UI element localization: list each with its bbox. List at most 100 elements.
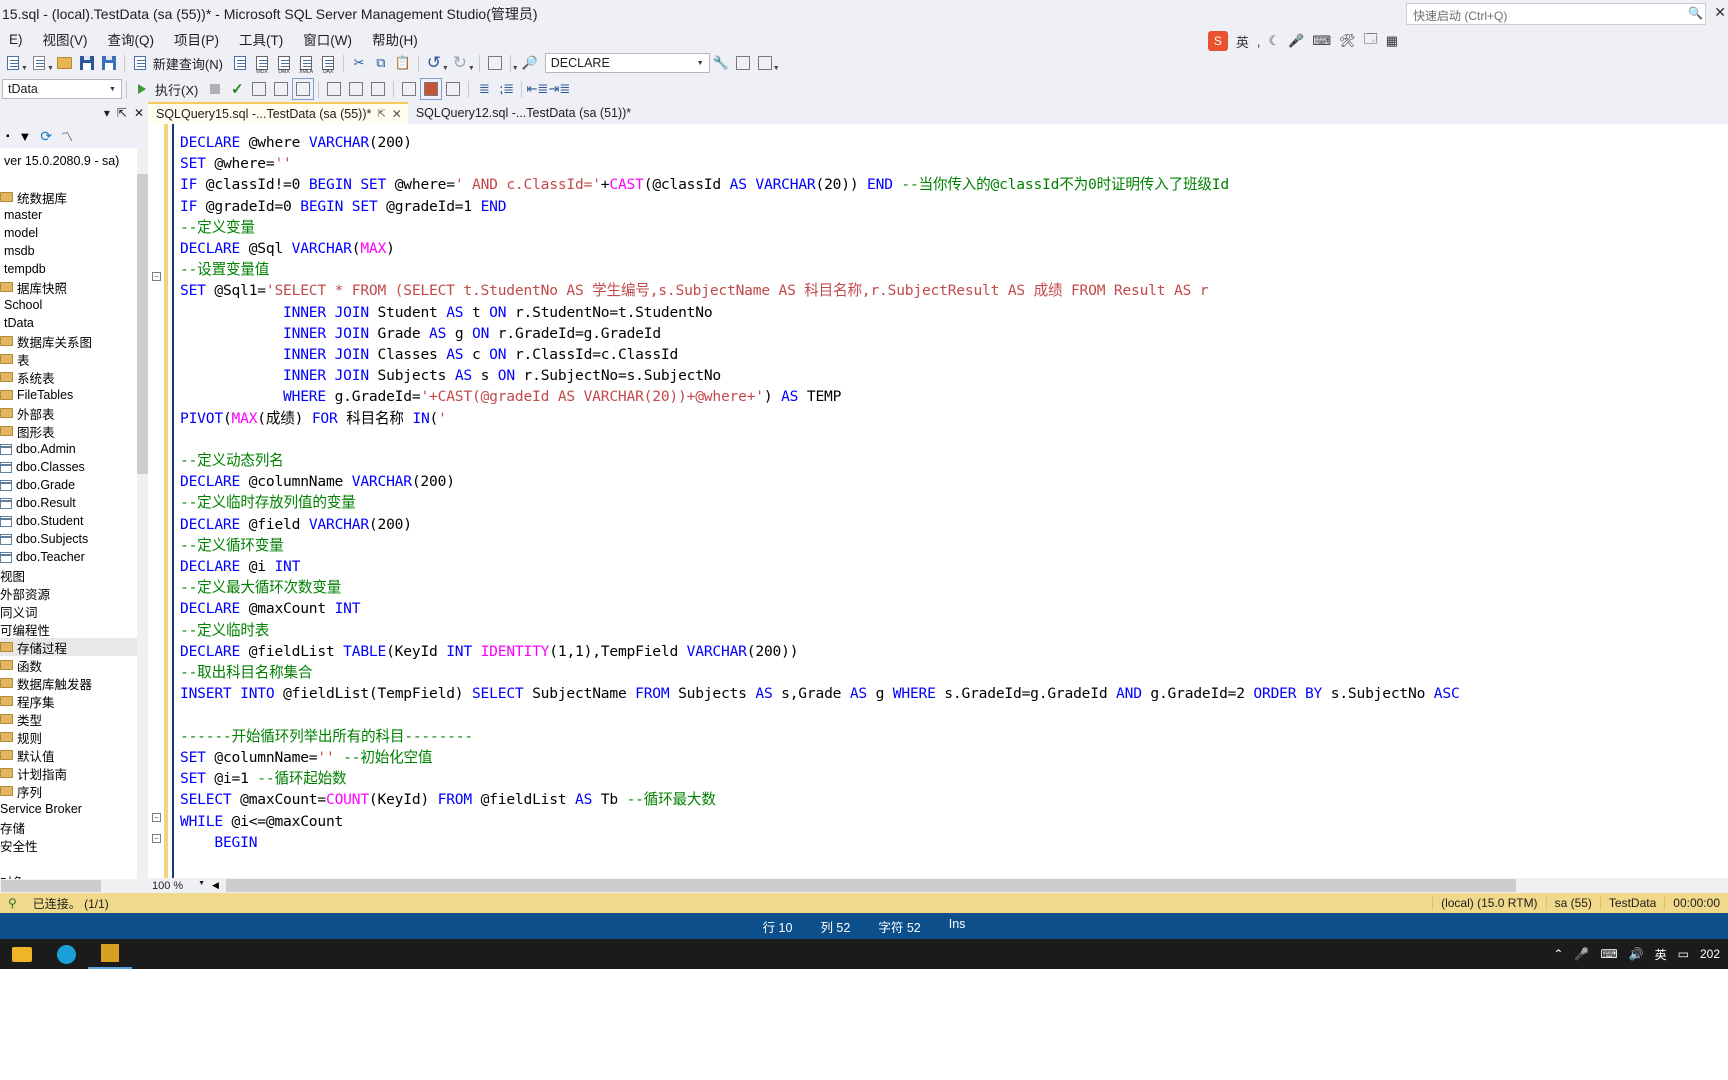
object-explorer-scrollbar[interactable]	[137, 148, 148, 879]
decrease-indent-icon[interactable]: ⇤≣	[526, 78, 548, 100]
chevron-down-icon[interactable]: ▼	[104, 80, 121, 98]
tree-node[interactable]: 数据库关系图	[0, 332, 148, 350]
menu-item-query[interactable]: 查询(Q)	[99, 27, 166, 51]
ime-tools-icon[interactable]: 🛠	[1339, 33, 1356, 49]
search-icon[interactable]: 🔍	[1688, 6, 1703, 20]
tree-node[interactable]: dbo.Admin	[0, 440, 148, 458]
clock[interactable]: 202	[1700, 947, 1720, 961]
close-icon[interactable]: ✕	[1714, 4, 1726, 21]
grid-icon[interactable]	[754, 52, 776, 74]
ime-language[interactable]: 英	[1236, 32, 1249, 51]
tree-node[interactable]: 函数	[0, 656, 148, 674]
query-options-icon[interactable]	[270, 78, 292, 100]
tab-sqlquery15[interactable]: SQLQuery15.sql -...TestData (sa (55))* ⇱…	[148, 102, 408, 124]
live-query-stats-icon[interactable]	[323, 78, 345, 100]
tree-node[interactable]: dbo.Subjects	[0, 530, 148, 548]
tree-node[interactable]: Service Broker	[0, 800, 148, 818]
tree-node[interactable]: 统数据库	[0, 188, 148, 206]
chevron-down-icon[interactable]: ▼	[198, 880, 205, 887]
tree-node[interactable]: 存储	[0, 818, 148, 836]
declare-combo[interactable]: DECLARE ▼	[544, 53, 710, 73]
close-icon[interactable]: ✕	[392, 107, 402, 121]
tree-node[interactable]	[0, 170, 148, 188]
scrollbar-thumb[interactable]	[226, 879, 1516, 892]
copy-icon[interactable]: ⧉	[370, 52, 392, 74]
display-estimated-plan-icon[interactable]	[248, 78, 270, 100]
ime-box-icon[interactable]: 🗔	[1364, 30, 1378, 52]
new-project-button[interactable]	[28, 52, 50, 74]
tree-node[interactable]: msdb	[0, 242, 148, 260]
scrollbar-thumb[interactable]	[1, 880, 101, 892]
tree-node[interactable]: 类型	[0, 710, 148, 728]
new-mdx-query-button[interactable]: MDX	[251, 52, 273, 75]
volume-icon[interactable]: 🔊	[1629, 947, 1644, 961]
new-item-button[interactable]	[2, 52, 24, 74]
tree-node[interactable]: 数据库触发器	[0, 674, 148, 692]
scroll-left-icon[interactable]: ◀	[208, 880, 223, 891]
tree-node[interactable]: 表	[0, 350, 148, 368]
menu-item-view[interactable]: 视图(V)	[34, 27, 99, 51]
ime-moon-icon[interactable]: ☾	[1268, 33, 1280, 49]
menu-item-project[interactable]: 项目(P)	[165, 27, 230, 51]
tree-node[interactable]: 可编程性	[0, 620, 148, 638]
cut-icon[interactable]: ✂	[348, 52, 370, 74]
tree-node[interactable]: School	[0, 296, 148, 314]
tree-node[interactable]: 外部资源	[0, 584, 148, 602]
fold-toggle-set-sql[interactable]: −	[152, 272, 161, 281]
tree-node[interactable]: dbo.Teacher	[0, 548, 148, 566]
tree-node[interactable]: dbo.Student	[0, 512, 148, 530]
object-explorer-tree[interactable]: ver 15.0.2080.9 - sa) 统数据库 master model msdb…	[0, 148, 148, 879]
stop-icon[interactable]	[204, 78, 226, 100]
network-icon[interactable]: ▭	[1678, 947, 1689, 961]
tree-node[interactable]: 系统表	[0, 368, 148, 386]
object-explorer-hscrollbar[interactable]	[0, 879, 148, 893]
include-client-statistics-icon[interactable]	[345, 78, 367, 100]
execute-icon[interactable]	[131, 78, 153, 100]
tree-node[interactable]	[0, 854, 148, 872]
tab-sqlquery12[interactable]: SQLQuery12.sql -...TestData (sa (51))*	[407, 102, 638, 124]
parse-icon[interactable]: ✓	[226, 78, 248, 100]
comment-icon[interactable]: ≣	[473, 78, 495, 100]
pin-icon[interactable]: ⇱	[117, 106, 127, 120]
mic-icon[interactable]: 🎤	[1574, 947, 1589, 961]
tree-node[interactable]: 计划指南	[0, 764, 148, 782]
filter-icon[interactable]: ▼	[19, 129, 32, 144]
fold-toggle-while[interactable]: −	[152, 813, 161, 822]
tree-node[interactable]: dbo.Classes	[0, 458, 148, 476]
tree-node[interactable]: 据库快照	[0, 278, 148, 296]
new-dax-query-button[interactable]: DAX	[317, 52, 339, 75]
toolbar-overflow-icon[interactable]: ▼	[512, 65, 519, 76]
paste-icon[interactable]: 📋	[392, 52, 414, 74]
execute-button[interactable]: 执行(X)	[153, 80, 204, 99]
results-to-file-icon[interactable]	[442, 78, 464, 100]
tree-node[interactable]: 默认值	[0, 746, 148, 764]
ime-keyboard-icon[interactable]: ⌨	[1312, 33, 1331, 49]
menu-item-help[interactable]: 帮助(H)	[363, 27, 429, 51]
save-button[interactable]	[76, 52, 98, 74]
cabinet-icon[interactable]	[732, 52, 754, 74]
ssms-icon[interactable]	[88, 939, 132, 969]
disconnect-icon[interactable]: ▪	[6, 131, 10, 142]
close-icon[interactable]: ✕	[134, 106, 144, 120]
ime-grid-icon[interactable]: ▦	[1386, 33, 1398, 49]
tree-node[interactable]: 程序集	[0, 692, 148, 710]
tree-node[interactable]: 存储过程	[0, 638, 148, 656]
include-actual-plan-icon[interactable]	[292, 78, 315, 100]
results-to-text-icon[interactable]	[398, 78, 420, 100]
chevron-up-icon[interactable]: ⌃	[1553, 947, 1563, 961]
wrench-icon[interactable]: 🔧	[710, 52, 732, 74]
new-query-button[interactable]: 新建查询(N)	[151, 54, 229, 73]
new-query-icon[interactable]	[129, 52, 151, 74]
pin-icon[interactable]: ⇱	[377, 109, 385, 120]
window-layout-icon[interactable]	[484, 52, 506, 74]
new-dmx-query-button[interactable]: DMX	[273, 52, 295, 75]
database-combo[interactable]: tData ▼	[2, 79, 122, 99]
results-to-grid-icon[interactable]	[420, 78, 443, 100]
redo-icon[interactable]: ↻	[449, 52, 471, 74]
new-xmla-query-button[interactable]: XMLA	[295, 52, 317, 75]
ime-mic-icon[interactable]: 🎤	[1288, 33, 1304, 49]
tree-node[interactable]: 序列	[0, 782, 148, 800]
menu-item-0[interactable]: E)	[0, 30, 34, 49]
refresh-icon[interactable]: ⟳	[40, 128, 52, 145]
menu-item-window[interactable]: 窗口(W)	[294, 27, 363, 51]
